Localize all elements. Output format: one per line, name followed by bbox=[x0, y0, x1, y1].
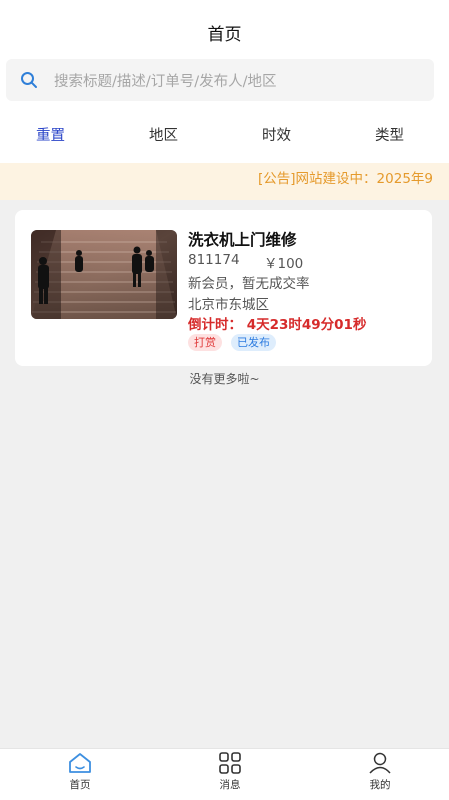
top-section: 首页 搜索标题/描述/订单号/发布人/地区 重置 地区 时效 类型 bbox=[0, 0, 449, 163]
announcement-text: [公告]网站建设中：2025年9 bbox=[258, 171, 433, 187]
listing-location: 北京市东城区 bbox=[188, 297, 269, 313]
tag-reward: 打赏 bbox=[188, 334, 222, 351]
search-bar[interactable]: 搜索标题/描述/订单号/发布人/地区 bbox=[6, 59, 434, 101]
search-input[interactable]: 搜索标题/描述/订单号/发布人/地区 bbox=[54, 70, 277, 91]
member-status: 新会员，暂无成交率 bbox=[188, 276, 310, 292]
listing-title: 洗衣机上门维修 bbox=[188, 231, 297, 249]
tab-home[interactable]: 首页 bbox=[50, 751, 110, 792]
filter-type[interactable]: 类型 bbox=[375, 124, 404, 145]
page-title: 首页 bbox=[207, 25, 242, 45]
announcement-bar[interactable]: [公告]网站建设中：2025年9 bbox=[0, 163, 449, 200]
listing-price: ￥100 bbox=[264, 256, 304, 272]
bottom-tab-bar: 首页 消息 我的 bbox=[0, 748, 449, 800]
tab-messages[interactable]: 消息 bbox=[200, 751, 260, 792]
search-icon bbox=[21, 72, 37, 88]
home-icon bbox=[69, 753, 91, 773]
tag-published: 已发布 bbox=[231, 334, 276, 351]
listing-card[interactable]: 洗衣机上门维修 811174 ￥100 新会员，暂无成交率 北京市东城区 倒计时… bbox=[15, 210, 432, 366]
listing-thumbnail bbox=[31, 230, 177, 319]
filter-bar: 重置 地区 时效 类型 bbox=[0, 124, 449, 148]
filter-reset[interactable]: 重置 bbox=[36, 124, 65, 145]
tab-home-label: 首页 bbox=[69, 779, 91, 791]
tab-profile-label: 我的 bbox=[369, 779, 391, 791]
user-icon bbox=[369, 752, 391, 774]
list-end-text: 没有更多啦~ bbox=[189, 372, 260, 386]
grid-icon bbox=[219, 752, 241, 774]
tab-messages-label: 消息 bbox=[219, 779, 241, 791]
filter-region[interactable]: 地区 bbox=[149, 124, 178, 145]
countdown-timer: 倒计时： 4天23时49分01秒 bbox=[188, 317, 367, 333]
filter-timeliness[interactable]: 时效 bbox=[262, 124, 291, 145]
tab-profile[interactable]: 我的 bbox=[350, 751, 410, 792]
order-number: 811174 bbox=[188, 252, 240, 268]
